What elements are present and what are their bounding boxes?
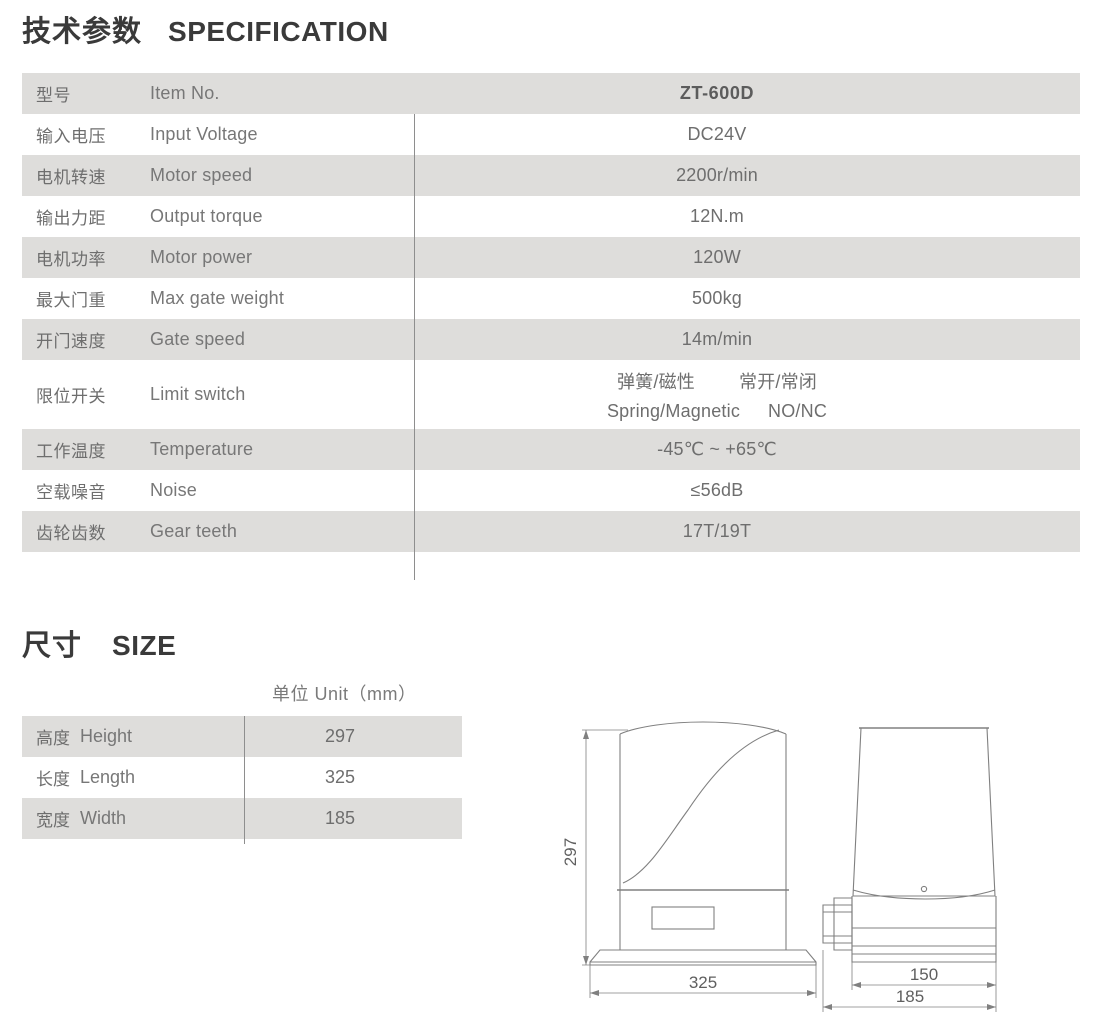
side-view-inner-width-label: 150 bbox=[910, 965, 938, 984]
row-label-cn: 最大门重 bbox=[36, 291, 106, 310]
row-label-en: Item No. bbox=[150, 83, 220, 103]
row-value: 297 bbox=[324, 726, 356, 746]
table-row: 输出力距 Output torque 12N.m bbox=[22, 196, 1080, 237]
row-label-en: Width bbox=[80, 808, 127, 828]
front-view-height-label: 297 bbox=[561, 838, 580, 866]
row-label-cn: 电机功率 bbox=[36, 250, 106, 269]
row-value: 14m/min bbox=[681, 329, 753, 349]
row-label-cn: 电机转速 bbox=[36, 168, 106, 187]
row-label-en: Gear teeth bbox=[150, 521, 238, 541]
table-row: 最大门重 Max gate weight 500kg bbox=[22, 278, 1080, 319]
row-label-en: Length bbox=[80, 767, 136, 787]
row-label-cn: 长度 bbox=[36, 770, 70, 789]
table-row: 开门速度 Gate speed 14m/min bbox=[22, 319, 1080, 360]
table-row: 型号 Item No. ZT-600D bbox=[22, 73, 1080, 114]
row-label-cn: 输入电压 bbox=[36, 127, 106, 146]
row-label-cn: 限位开关 bbox=[36, 387, 106, 406]
row-value: 325 bbox=[324, 767, 356, 787]
row-label-cn: 工作温度 bbox=[36, 442, 106, 461]
row-value-line2: Spring/Magnetic NO/NC bbox=[414, 401, 1020, 422]
row-label-en: Noise bbox=[150, 480, 198, 500]
row-value: 2200r/min bbox=[676, 165, 758, 185]
row-value: ≤56dB bbox=[690, 480, 744, 500]
size-heading-cn: 尺寸 bbox=[22, 630, 83, 662]
specification-heading-cn: 技术参数 bbox=[22, 16, 143, 48]
table-row: 长度 Length 325 bbox=[22, 757, 462, 798]
size-table-column-divider bbox=[244, 716, 245, 844]
row-value: 弹簧/磁性 常开/常闭 Spring/Magnetic NO/NC bbox=[414, 368, 1080, 422]
row-value-line2-a: Spring/Magnetic bbox=[606, 400, 741, 421]
table-row: 输入电压 Input Voltage DC24V bbox=[22, 114, 1080, 155]
size-heading-en: SIZE bbox=[112, 630, 177, 661]
front-view-width-label: 325 bbox=[689, 973, 717, 992]
drawings-svg: 297 325 150 185 bbox=[561, 721, 997, 1012]
row-label-cn: 开门速度 bbox=[36, 332, 106, 351]
side-view-outer-width-label: 185 bbox=[896, 987, 924, 1006]
row-value-line1-b: 常开/常闭 bbox=[739, 371, 818, 392]
row-label-en: Height bbox=[80, 726, 133, 746]
row-label-en: Input Voltage bbox=[150, 124, 258, 144]
row-value-line1-a: 弹簧/磁性 bbox=[616, 371, 695, 392]
row-label-cn: 空载噪音 bbox=[36, 483, 106, 502]
front-view-height-dimension bbox=[582, 729, 628, 966]
table-row: 电机转速 Motor speed 2200r/min bbox=[22, 155, 1080, 196]
row-label-en: Output torque bbox=[150, 206, 263, 226]
technical-drawings: 297 325 150 185 bbox=[548, 700, 1098, 1034]
table-row: 电机功率 Motor power 120W bbox=[22, 237, 1080, 278]
row-value: DC24V bbox=[687, 124, 747, 144]
row-value: -45℃ ~ +65℃ bbox=[657, 439, 777, 459]
row-value-line2-b: NO/NC bbox=[768, 400, 828, 421]
table-row: 限位开关 Limit switch 弹簧/磁性 常开/常闭 Spring/Magn… bbox=[22, 360, 1080, 429]
unit-label: 单位 Unit（mm） bbox=[272, 684, 417, 704]
specification-heading-en: SPECIFICATION bbox=[168, 16, 389, 47]
table-column-divider bbox=[414, 114, 415, 580]
row-label-cn: 宽度 bbox=[36, 811, 70, 830]
row-label-en: Gate speed bbox=[150, 329, 246, 349]
row-value: 185 bbox=[324, 808, 356, 828]
row-value: 120W bbox=[693, 247, 741, 267]
side-view-drawing bbox=[822, 727, 997, 963]
row-label-en: Motor power bbox=[150, 247, 253, 267]
size-table: 高度 Height 297 长度 Length 325 宽度 Width 185 bbox=[22, 716, 462, 839]
row-value: 500kg bbox=[691, 288, 743, 308]
row-label-en: Limit switch bbox=[150, 384, 246, 404]
table-row: 宽度 Width 185 bbox=[22, 798, 462, 839]
table-row: 工作温度 Temperature -45℃ ~ +65℃ bbox=[22, 429, 1080, 470]
row-value: 12N.m bbox=[689, 206, 744, 226]
specification-heading: 技术参数 SPECIFICATION bbox=[22, 8, 389, 50]
specification-table: 型号 Item No. ZT-600D 输入电压 Input Voltage D… bbox=[22, 73, 1080, 580]
table-row: 高度 Height 297 bbox=[22, 716, 462, 757]
front-view-drawing bbox=[589, 721, 817, 966]
row-label-en: Max gate weight bbox=[150, 288, 285, 308]
row-value: 17T/19T bbox=[682, 521, 752, 541]
size-heading: 尺寸 SIZE bbox=[22, 622, 176, 664]
row-label-en: Motor speed bbox=[150, 165, 253, 185]
row-label-cn: 型号 bbox=[36, 86, 71, 105]
row-label-en: Temperature bbox=[150, 439, 254, 459]
row-label-cn: 高度 bbox=[36, 729, 70, 748]
row-label-cn: 输出力距 bbox=[36, 209, 106, 228]
row-value: ZT-600D bbox=[679, 83, 755, 103]
table-row: 空载噪音 Noise ≤56dB bbox=[22, 470, 1080, 511]
row-label-cn: 齿轮齿数 bbox=[36, 524, 106, 543]
table-row: 齿轮齿数 Gear teeth 17T/19T bbox=[22, 511, 1080, 552]
